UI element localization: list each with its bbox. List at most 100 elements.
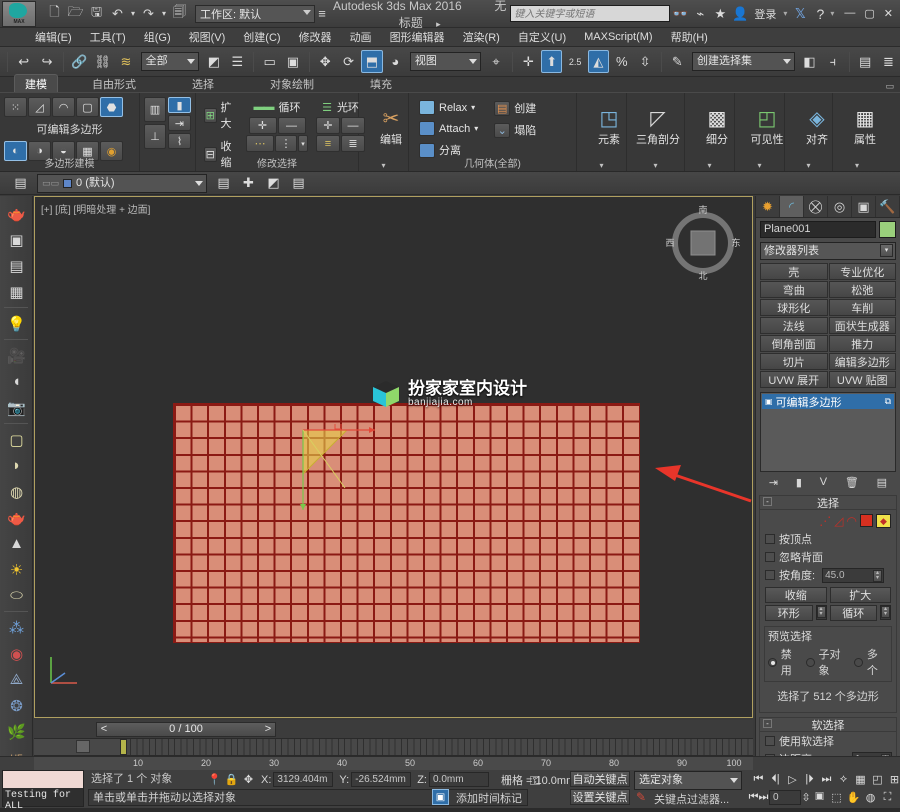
menu-item-edit[interactable]: 编辑(E) (26, 28, 81, 46)
preserve-uvs-icon[interactable]: ▥ (144, 97, 166, 122)
frame-spinner-icon[interactable]: ⇳ (801, 789, 811, 805)
key-step-icon[interactable]: ⏮⏭ (749, 789, 769, 805)
remove-modifier-icon[interactable]: 🗑 (845, 476, 859, 489)
add-layer-icon[interactable]: ▤ (212, 172, 235, 195)
absolute-relative-transform-icon[interactable]: ✥ (240, 772, 257, 788)
ribbon-tab-selection[interactable]: 选择 (182, 75, 224, 92)
redo-dropdown-icon[interactable]: ▾ (160, 4, 168, 23)
select-and-manipulate-icon[interactable]: ✛ (518, 50, 539, 73)
box-primitive-icon[interactable]: ▢ (3, 427, 30, 452)
stack-expand-icon[interactable]: ▣ (765, 397, 773, 406)
polygon-subobject-icon[interactable] (860, 514, 873, 527)
loop-plus-icon[interactable]: ✛ (316, 117, 340, 134)
teapot-primitive-icon[interactable]: 🫖 (3, 505, 30, 530)
ring-minus-icon[interactable]: — (277, 117, 306, 134)
relax-button[interactable]: Relax ▾ (417, 99, 480, 116)
ribbon-minimize-icon[interactable]: ▭ (885, 81, 894, 92)
cone-primitive-icon[interactable]: ▲ (3, 531, 30, 556)
menu-item-graph-editors[interactable]: 图形编辑器 (381, 28, 454, 46)
menu-item-maxscript[interactable]: MAXScript(M) (575, 30, 661, 44)
create-tab[interactable]: ✹ (756, 196, 780, 217)
set-key-button[interactable]: 设置关键点 (570, 789, 630, 805)
select-and-move-icon[interactable]: ✥ (315, 50, 336, 73)
next-frame-icon[interactable]: |⏵ (801, 771, 818, 787)
edit-named-selection-sets-icon[interactable]: ✎ (667, 50, 688, 73)
key-filter-selection-dropdown[interactable]: 选定对象 (634, 771, 742, 790)
teapot-standard-primitive-icon[interactable]: 🫖 (3, 201, 30, 226)
z-coordinate-field[interactable]: 0.0mm (428, 772, 489, 787)
motion-tab[interactable]: ◎ (828, 196, 852, 217)
ribbon-tab-freeform[interactable]: 自由形式 (82, 75, 146, 92)
modifier-button-lathe[interactable]: 车削 (828, 299, 896, 316)
autodesk-360-icon[interactable]: 𝕏 (790, 5, 810, 23)
pan-view-icon[interactable]: ✋ (845, 789, 862, 805)
collapse-rollout-icon[interactable]: - (763, 497, 772, 506)
modifier-button-shell[interactable]: 壳 (760, 263, 828, 280)
ignore-backfacing-checkbox[interactable]: 忽略背面 (760, 548, 896, 566)
select-and-scale-icon[interactable]: ⬒ (361, 50, 383, 73)
new-layer-icon[interactable]: ✚ (237, 172, 260, 195)
menu-item-views[interactable]: 视图(V) (180, 28, 235, 46)
grass-icon[interactable]: 🌿 (3, 719, 30, 744)
reference-coordinate-system-dropdown[interactable]: 视图 (409, 52, 482, 71)
loop-selection-button[interactable]: ☰ 光环 (320, 98, 361, 116)
menu-item-animation[interactable]: 动画 (341, 28, 381, 46)
grow-selection-button[interactable]: ⊞ 扩大 (202, 98, 238, 132)
element-panel-expander-icon[interactable]: ▾ (577, 161, 626, 170)
rectangular-selection-region-icon[interactable]: ▭ (259, 50, 280, 73)
menu-item-create[interactable]: 创建(C) (234, 28, 289, 46)
x-coordinate-field[interactable]: 3129.404m (273, 772, 334, 787)
by-angle-checkbox[interactable]: 按角度: 45.0 ▴ ▾ (760, 566, 896, 584)
track-bar[interactable] (34, 739, 753, 756)
signin-label[interactable]: 登录 (750, 6, 780, 22)
zoom-extents-all-icon[interactable]: ◰ (869, 771, 886, 787)
maximize-viewport-toggle-icon[interactable]: ⛶ (879, 789, 896, 805)
loop-spinner[interactable]: ▴ ▾ (880, 605, 891, 620)
modifier-button-edit-poly[interactable]: 编辑多边形 (828, 353, 896, 370)
modifier-button-bend[interactable]: 弯曲 (760, 281, 828, 298)
ribbon-tab-modeling[interactable]: 建模 (14, 74, 58, 92)
show-end-result-icon[interactable]: ▮ (796, 476, 802, 489)
relax-dropdown-icon[interactable]: ▾ (471, 103, 475, 112)
sphere-primitive-icon[interactable]: ◗ (3, 453, 30, 478)
select-and-rotate-icon[interactable]: ⟳ (338, 50, 359, 73)
camera-icon[interactable]: 🎥 (3, 343, 30, 368)
configure-modifier-sets-icon[interactable]: ▤ (877, 476, 887, 489)
make-planar-icon[interactable]: ⊥ (144, 124, 166, 149)
select-and-link-icon[interactable]: 🔗 (69, 50, 90, 73)
grow-button[interactable]: 扩大 (829, 587, 891, 603)
angle-snap-toggle-icon[interactable]: ◭ (587, 50, 610, 73)
layer-manager-icon[interactable]: ▤ (9, 172, 32, 195)
by-angle-spinner[interactable]: 45.0 ▴ ▾ (822, 567, 885, 583)
vray-proxy-icon[interactable]: ◉ (3, 641, 30, 666)
redo-view-icon[interactable]: ↪ (36, 50, 57, 73)
exchange-app-icon[interactable]: ⌁ (690, 5, 710, 23)
maximize-viewport-icon[interactable]: ⊞ (886, 771, 900, 787)
adaptive-degradation-toggle-icon[interactable]: ▣ (432, 789, 449, 805)
edge-subobject-icon[interactable]: ◿ (28, 97, 51, 117)
use-pivot-point-center-icon[interactable]: ⌖ (485, 50, 506, 73)
cylinder-primitive-icon[interactable]: ◍ (3, 479, 30, 504)
loop-shift-icon[interactable]: ≡ (316, 135, 340, 152)
go-to-end-icon[interactable]: ⏭ (818, 771, 835, 787)
add-selection-to-layer-icon[interactable]: ▤ (287, 172, 310, 195)
maximize-button[interactable]: ▢ (864, 7, 874, 20)
next-frame-button[interactable]: > (261, 723, 275, 735)
modifier-list-dropdown[interactable]: 修改器列表 ▾ (760, 242, 896, 260)
spinner-arrows-icon[interactable]: ▴▾ (816, 606, 826, 618)
visibility-panel-expander-icon[interactable]: ▾ (735, 161, 784, 170)
particle-system-icon[interactable]: ⁂ (3, 615, 30, 640)
undo-view-icon[interactable]: ↩ (13, 50, 34, 73)
undo-dropdown-icon[interactable]: ▾ (129, 4, 137, 23)
app-logo-button[interactable]: MAX (2, 0, 36, 27)
y-coordinate-field[interactable]: -26.524mm (351, 772, 412, 787)
snaps-toggle-icon[interactable]: ⬆ (541, 50, 563, 73)
previous-frame-icon[interactable]: ⏴| (767, 771, 784, 787)
attach-button[interactable]: Attach ▾ (417, 120, 480, 137)
menu-item-group[interactable]: 组(G) (135, 28, 180, 46)
go-to-start-icon[interactable]: ⏮ (750, 771, 767, 787)
percent-snap-toggle-icon[interactable]: % (611, 50, 632, 73)
select-and-place-icon[interactable]: ◕ (385, 50, 406, 73)
named-selection-sets-dropdown[interactable]: 创建选择集 (692, 52, 795, 71)
menu-item-rendering[interactable]: 渲染(R) (454, 28, 509, 46)
